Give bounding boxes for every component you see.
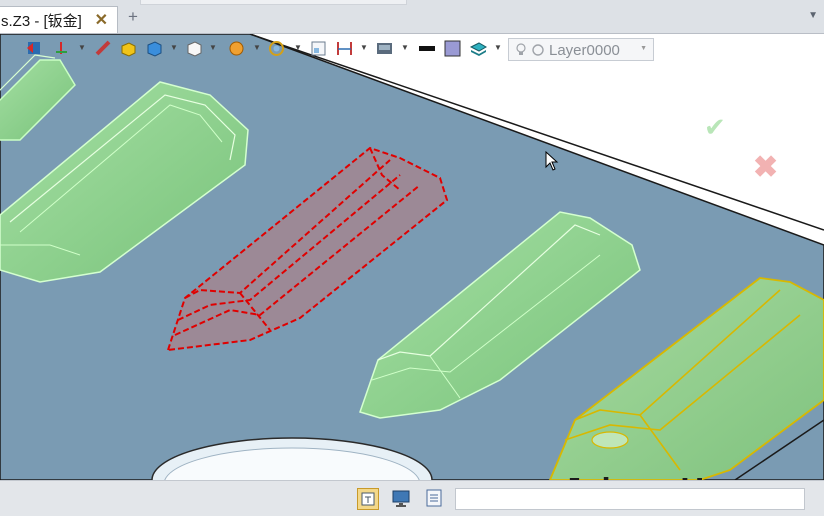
layer-3d-icon[interactable] [469, 40, 488, 57]
circle-icon [532, 44, 544, 56]
axis-icon[interactable] [53, 40, 70, 57]
checkmark-icon[interactable]: ✔ [704, 112, 726, 143]
cube-blue-icon[interactable] [146, 40, 163, 57]
inactive-tab-edge[interactable] [140, 0, 407, 5]
chevron-down-icon[interactable]: ▼ [494, 43, 502, 52]
watermark-text: JohnnyHuang [563, 471, 783, 480]
exit-sketch-icon[interactable] [26, 40, 43, 57]
chevron-down-icon[interactable]: ▼ [78, 43, 86, 52]
layer-dropdown[interactable]: Layer0000 ▼ [508, 38, 654, 61]
document-list-icon[interactable] [424, 488, 446, 510]
chevron-down-icon: ▼ [640, 45, 647, 52]
fill-color-icon[interactable] [444, 40, 461, 57]
ruler-icon[interactable] [95, 40, 112, 57]
line-color-icon[interactable] [418, 40, 435, 57]
chevron-down-icon[interactable]: ▼ [294, 43, 302, 52]
text-frame-icon[interactable] [357, 488, 379, 510]
cross-icon[interactable]: ✖ [753, 150, 778, 185]
document-tab[interactable]: s.Z3 - [钣金] ✕ [0, 6, 118, 33]
view-grid-icon[interactable] [310, 40, 327, 57]
document-tab-label: s.Z3 - [钣金] [1, 12, 82, 30]
chevron-down-icon[interactable]: ▼ [170, 43, 178, 52]
monitor-icon[interactable] [391, 488, 413, 510]
display-mode-icon[interactable] [376, 40, 393, 57]
chevron-down-icon[interactable]: ▼ [253, 43, 261, 52]
3d-scene[interactable] [0, 34, 824, 480]
close-x-icon[interactable]: ✕ [95, 10, 108, 30]
command-input[interactable] [455, 488, 805, 510]
bulb-icon [516, 43, 526, 55]
mouse-cursor-icon [545, 151, 559, 171]
dimension-icon[interactable] [336, 40, 353, 57]
chevron-down-icon[interactable]: ▼ [808, 10, 818, 21]
layer-dropdown-value: Layer0000 [549, 42, 620, 59]
chevron-down-icon[interactable]: ▼ [209, 43, 217, 52]
plus-icon[interactable]: + [128, 7, 138, 27]
circle-view-icon[interactable] [268, 40, 285, 57]
3d-viewport[interactable]: ✔ ✖ JohnnyHuang [0, 34, 824, 480]
status-bar [0, 480, 824, 516]
chevron-down-icon[interactable]: ▼ [401, 43, 409, 52]
box-yellow-icon[interactable] [120, 40, 137, 57]
document-tab-bar: s.Z3 - [钣金] ✕ + ▼ [0, 0, 824, 34]
view-toolbar: ▼ ▼ ▼ ▼ ▼ ▼ ▼ ▼ Layer0000 ▼ [0, 37, 660, 63]
cube-white-icon[interactable] [186, 40, 203, 57]
chevron-down-icon[interactable]: ▼ [360, 43, 368, 52]
sphere-orange-icon[interactable] [228, 40, 245, 57]
